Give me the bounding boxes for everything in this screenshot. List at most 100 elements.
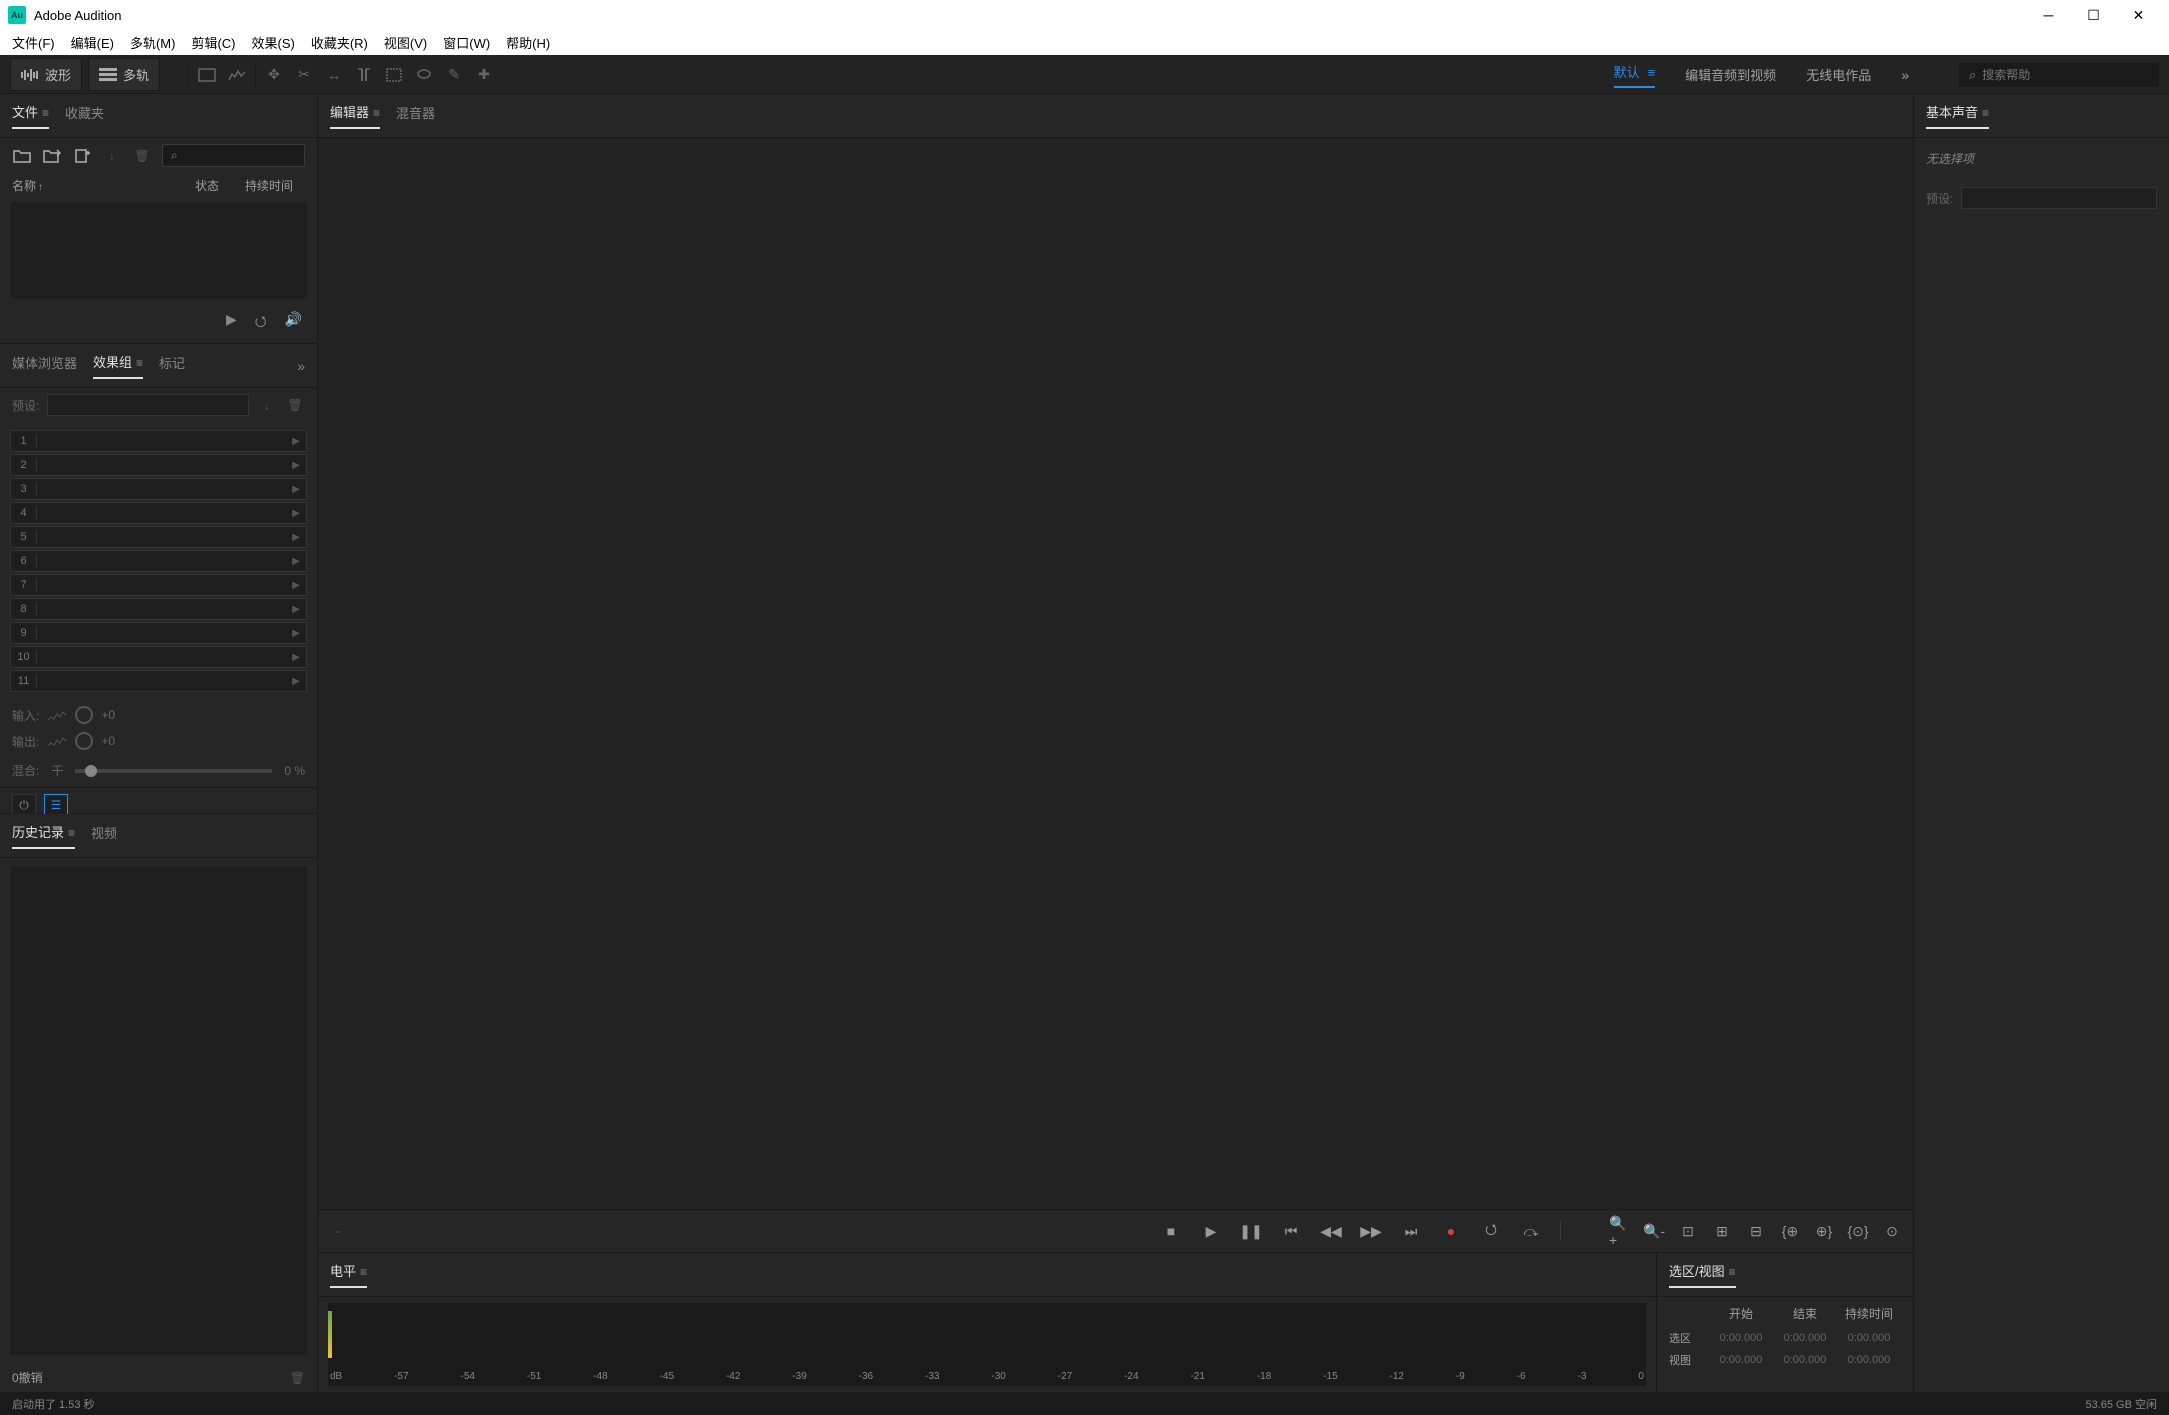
move-tool-icon[interactable]: ✥ [264,65,284,85]
zoom-in-icon[interactable]: 🔍+ [1609,1220,1631,1242]
effect-slot[interactable]: 2▶ [10,454,307,476]
tab-media-browser[interactable]: 媒体浏览器 [12,353,77,378]
menu-clip[interactable]: 剪辑(C) [183,29,243,56]
import-file-icon[interactable] [42,147,62,165]
files-list[interactable] [10,202,307,299]
file-search-box[interactable]: ⌕ [162,144,305,167]
waveform-mode-button[interactable]: 波形 [10,58,82,91]
effect-slot[interactable]: 4▶ [10,502,307,524]
zoom-selection-icon[interactable]: ⊟ [1745,1220,1767,1242]
time-selection-tool-icon[interactable] [354,65,374,85]
selection-end-value[interactable]: 0:00.000 [1773,1332,1837,1344]
panel-menu-icon[interactable]: ≡ [360,1265,367,1279]
effect-slot[interactable]: 9▶ [10,622,307,644]
column-duration-header[interactable]: 持续时间 [245,177,305,194]
zoom-to-selection-icon[interactable]: {⊙} [1847,1220,1869,1242]
menu-favorites[interactable]: 收藏夹(R) [303,29,376,56]
zoom-out-point-icon[interactable]: ⊕} [1813,1220,1835,1242]
levels-meter[interactable]: dB -57-54-51-48-45-42-39-36-33-30-27-24-… [328,1303,1646,1386]
slot-arrow-icon[interactable]: ▶ [286,652,306,663]
razor-tool-icon[interactable]: ✂ [294,65,314,85]
skip-back-button[interactable]: ⏮ [1280,1220,1302,1242]
column-status-header[interactable]: 状态 [195,177,245,194]
save-preset-icon[interactable]: ↓ [257,396,277,414]
effect-slot[interactable]: 8▶ [10,598,307,620]
play-button[interactable]: ▶ [1200,1220,1222,1242]
tab-history[interactable]: 历史记录≡ [12,822,75,849]
tab-levels[interactable]: 电平≡ [330,1261,367,1288]
minimize-button[interactable]: ─ [2026,0,2071,30]
editor-canvas[interactable] [318,138,1913,1209]
slot-arrow-icon[interactable]: ▶ [286,508,306,519]
menu-edit[interactable]: 编辑(E) [63,29,122,56]
zoom-toggle-icon[interactable]: ⊙ [1881,1220,1903,1242]
brush-tool-icon[interactable]: ✎ [444,65,464,85]
fx-power-button[interactable]: ⏻ [12,794,36,816]
effect-slot[interactable]: 7▶ [10,574,307,596]
view-start-value[interactable]: 0:00.000 [1709,1354,1773,1366]
close-icon[interactable]: 🗑 [132,147,152,165]
tab-favorites[interactable]: 收藏夹 [65,103,104,128]
menu-help[interactable]: 帮助(H) [498,29,558,56]
insert-into-multitrack-icon[interactable]: ↓ [102,147,122,165]
skip-selection-button[interactable]: ⤼ [1520,1220,1542,1242]
slot-arrow-icon[interactable]: ▶ [286,604,306,615]
loop-icon[interactable]: ⭯ [255,311,267,335]
panel-menu-icon[interactable]: ≡ [1982,106,1989,120]
effect-slot[interactable]: 3▶ [10,478,307,500]
selection-start-value[interactable]: 0:00.000 [1709,1332,1773,1344]
hud-toggle-icon[interactable] [197,65,217,85]
loop-button[interactable]: ⭯ [1480,1220,1502,1242]
zoom-in-point-icon[interactable]: {⊕ [1779,1220,1801,1242]
slot-arrow-icon[interactable]: ▶ [286,580,306,591]
slip-tool-icon[interactable]: ↔ [324,65,344,85]
output-knob[interactable] [75,732,93,750]
pause-button[interactable]: ❚❚ [1240,1220,1262,1242]
effect-slot[interactable]: 10▶ [10,646,307,668]
workspace-radio-production[interactable]: 无线电作品 [1806,65,1871,84]
play-icon[interactable]: ▶ [226,311,237,335]
maximize-button[interactable]: ☐ [2071,0,2116,30]
record-button[interactable]: ● [1440,1220,1462,1242]
delete-preset-icon[interactable]: 🗑 [285,396,305,414]
search-help-input[interactable] [1982,68,2149,82]
slot-arrow-icon[interactable]: ▶ [286,556,306,567]
close-button[interactable]: ✕ [2116,0,2161,30]
marquee-tool-icon[interactable] [384,65,404,85]
slot-arrow-icon[interactable]: ▶ [286,484,306,495]
zoom-out-icon[interactable]: 🔍- [1643,1220,1665,1242]
rewind-button[interactable]: ◀◀ [1320,1220,1342,1242]
menu-view[interactable]: 视图(V) [376,29,435,56]
view-end-value[interactable]: 0:00.000 [1773,1354,1837,1366]
effect-slot[interactable]: 1▶ [10,430,307,452]
essential-preset-dropdown[interactable] [1961,187,2157,209]
effect-slot[interactable]: 11▶ [10,670,307,692]
preset-dropdown[interactable] [47,394,249,416]
tab-essential-sound[interactable]: 基本声音≡ [1926,102,1989,129]
spectral-toggle-icon[interactable] [227,65,247,85]
tab-files[interactable]: 文件≡ [12,102,49,129]
slot-arrow-icon[interactable]: ▶ [286,628,306,639]
tab-video[interactable]: 视频 [91,823,117,848]
tab-editor[interactable]: 编辑器≡ [330,102,380,129]
column-name-header[interactable]: 名称↑ [12,177,195,194]
workspace-menu-icon[interactable]: ≡ [1648,65,1656,80]
slot-arrow-icon[interactable]: ▶ [286,436,306,447]
mix-slider[interactable] [75,769,272,773]
trash-icon[interactable]: 🗑 [290,1371,305,1385]
slot-arrow-icon[interactable]: ▶ [286,676,306,687]
panel-menu-icon[interactable]: ≡ [42,106,49,120]
panel-menu-icon[interactable]: ≡ [136,356,143,370]
lasso-tool-icon[interactable] [414,65,434,85]
spot-healing-tool-icon[interactable]: ✚ [474,65,494,85]
menu-file[interactable]: 文件(F) [4,29,63,56]
tab-markers[interactable]: 标记 [159,353,185,378]
new-file-icon[interactable] [72,147,92,165]
skip-forward-button[interactable]: ⏭ [1400,1220,1422,1242]
panel-menu-icon[interactable]: ≡ [373,106,380,120]
history-list[interactable] [10,866,307,1355]
multitrack-mode-button[interactable]: 多轨 [88,58,160,91]
search-help-box[interactable]: ⌕ [1959,63,2159,87]
tab-effects-rack[interactable]: 效果组≡ [93,352,143,379]
workspace-default[interactable]: 默认≡ [1614,62,1656,88]
